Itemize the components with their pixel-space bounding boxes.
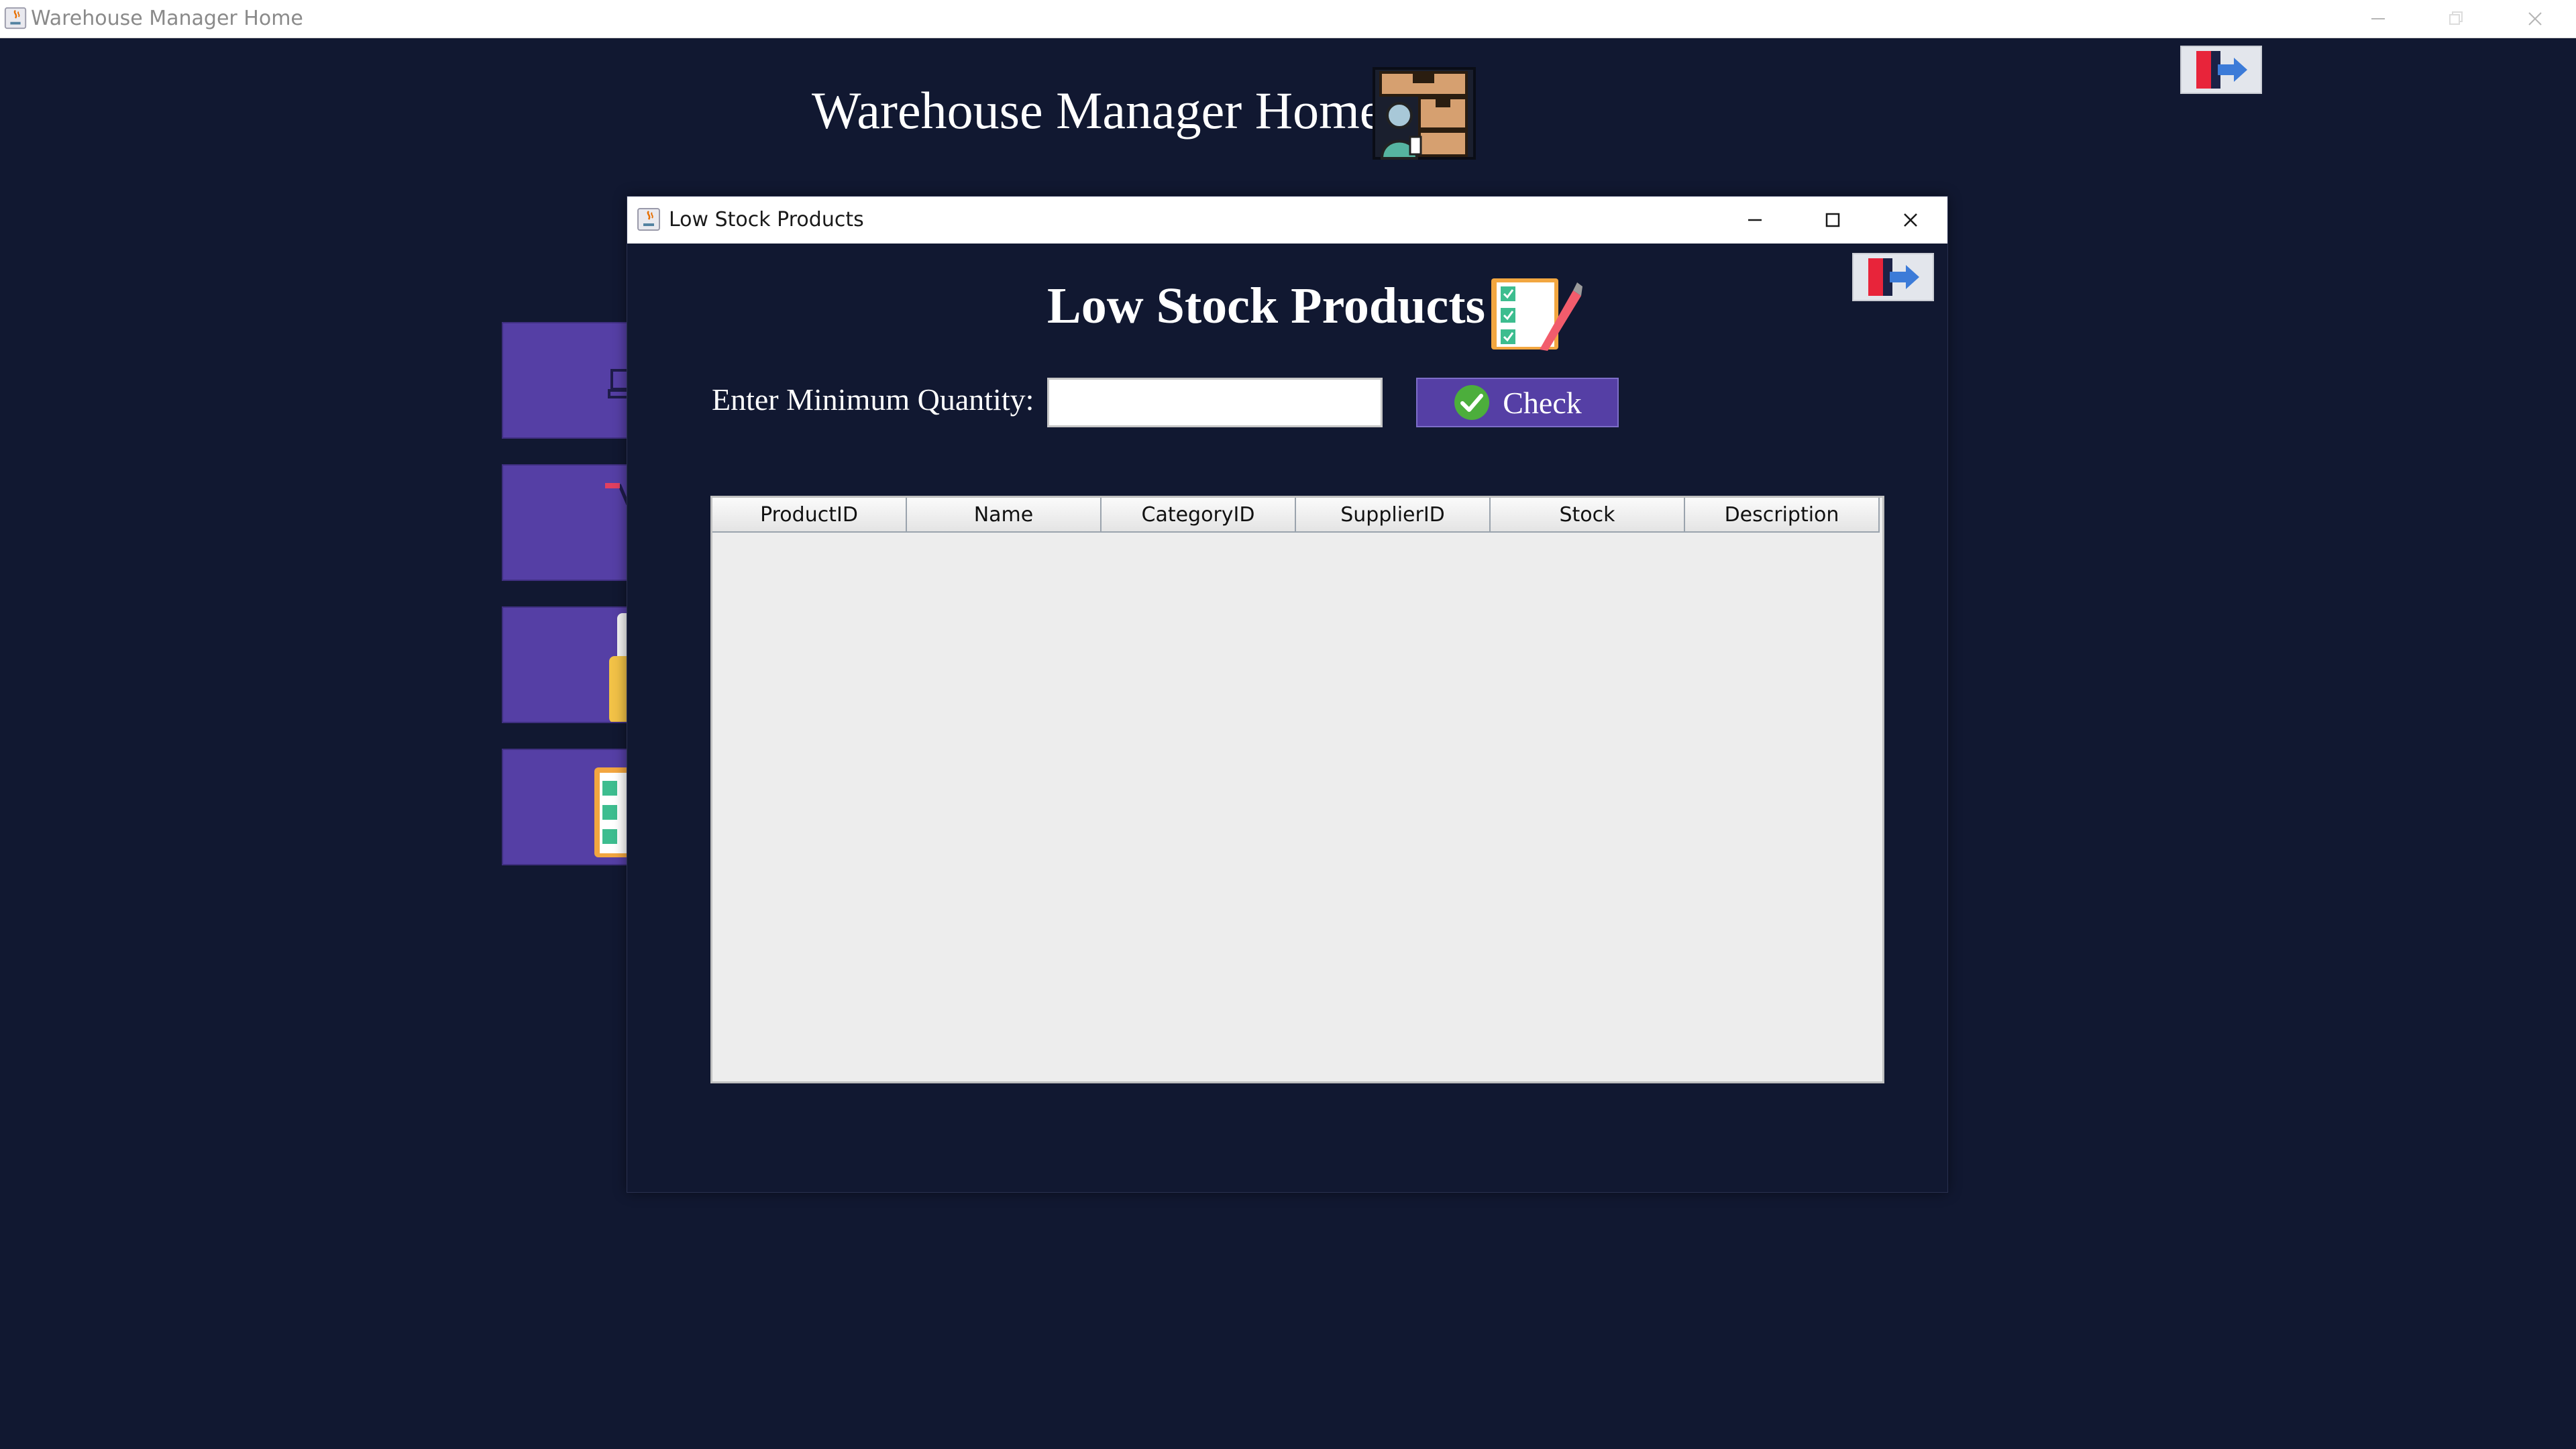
main-minimize-button[interactable]	[2341, 0, 2415, 38]
check-button-label: Check	[1503, 385, 1582, 420]
minimize-icon	[1748, 219, 1762, 221]
menu-tile-inventory[interactable]	[502, 606, 629, 723]
table-header: ProductID Name CategoryID SupplierID Sto…	[712, 498, 1880, 533]
check-button[interactable]: Check	[1416, 378, 1619, 427]
menu-tile-manage-products[interactable]	[502, 322, 629, 439]
maximize-icon	[1825, 213, 1840, 227]
dialog-minimize-button[interactable]	[1718, 197, 1792, 244]
column-header-productid[interactable]: ProductID	[712, 498, 907, 533]
main-window-titlebar: Warehouse Manager Home	[0, 0, 2576, 38]
cart-icon	[605, 483, 628, 505]
dialog-maximize-button[interactable]	[1796, 197, 1870, 244]
home-exit-button[interactable]	[2180, 46, 2262, 94]
close-icon	[2528, 12, 2542, 25]
column-header-description[interactable]: Description	[1685, 498, 1880, 533]
low-stock-table[interactable]: ProductID Name CategoryID SupplierID Sto…	[710, 496, 1884, 1083]
main-window-title: Warehouse Manager Home	[31, 7, 303, 30]
checkmark-circle-icon	[1454, 385, 1490, 420]
dialog-heading: Low Stock Products	[1047, 278, 1486, 334]
close-icon	[1904, 213, 1917, 227]
menu-tile-orders[interactable]	[502, 464, 629, 581]
main-close-button[interactable]	[2498, 0, 2572, 38]
min-quantity-input[interactable]	[1047, 378, 1383, 427]
checklist-pencil-icon	[1491, 278, 1582, 351]
warehouse-manager-icon	[1373, 67, 1476, 160]
menu-tile-low-stock[interactable]	[502, 749, 629, 865]
column-header-stock[interactable]: Stock	[1491, 498, 1685, 533]
low-stock-dialog: Low Stock Products Low Stock Products En…	[627, 196, 1948, 1193]
min-quantity-label: Enter Minimum Quantity:	[712, 382, 1034, 417]
dialog-title: Low Stock Products	[669, 208, 864, 231]
java-app-icon	[637, 208, 660, 231]
dialog-titlebar: Low Stock Products	[627, 197, 1947, 244]
exit-door-icon	[1868, 258, 1919, 296]
dialog-close-button[interactable]	[1874, 197, 1947, 244]
main-restore-button[interactable]	[2419, 0, 2493, 38]
home-page-title: Warehouse Manager Home	[812, 81, 1383, 140]
checklist-icon	[594, 767, 628, 857]
java-app-icon	[4, 7, 27, 30]
exit-door-icon	[2196, 51, 2247, 89]
restore-icon	[2449, 11, 2463, 25]
column-header-categoryid[interactable]: CategoryID	[1102, 498, 1296, 533]
minimize-icon	[2371, 18, 2385, 19]
column-header-supplierid[interactable]: SupplierID	[1296, 498, 1491, 533]
dialog-exit-button[interactable]	[1852, 253, 1934, 301]
column-header-name[interactable]: Name	[907, 498, 1102, 533]
